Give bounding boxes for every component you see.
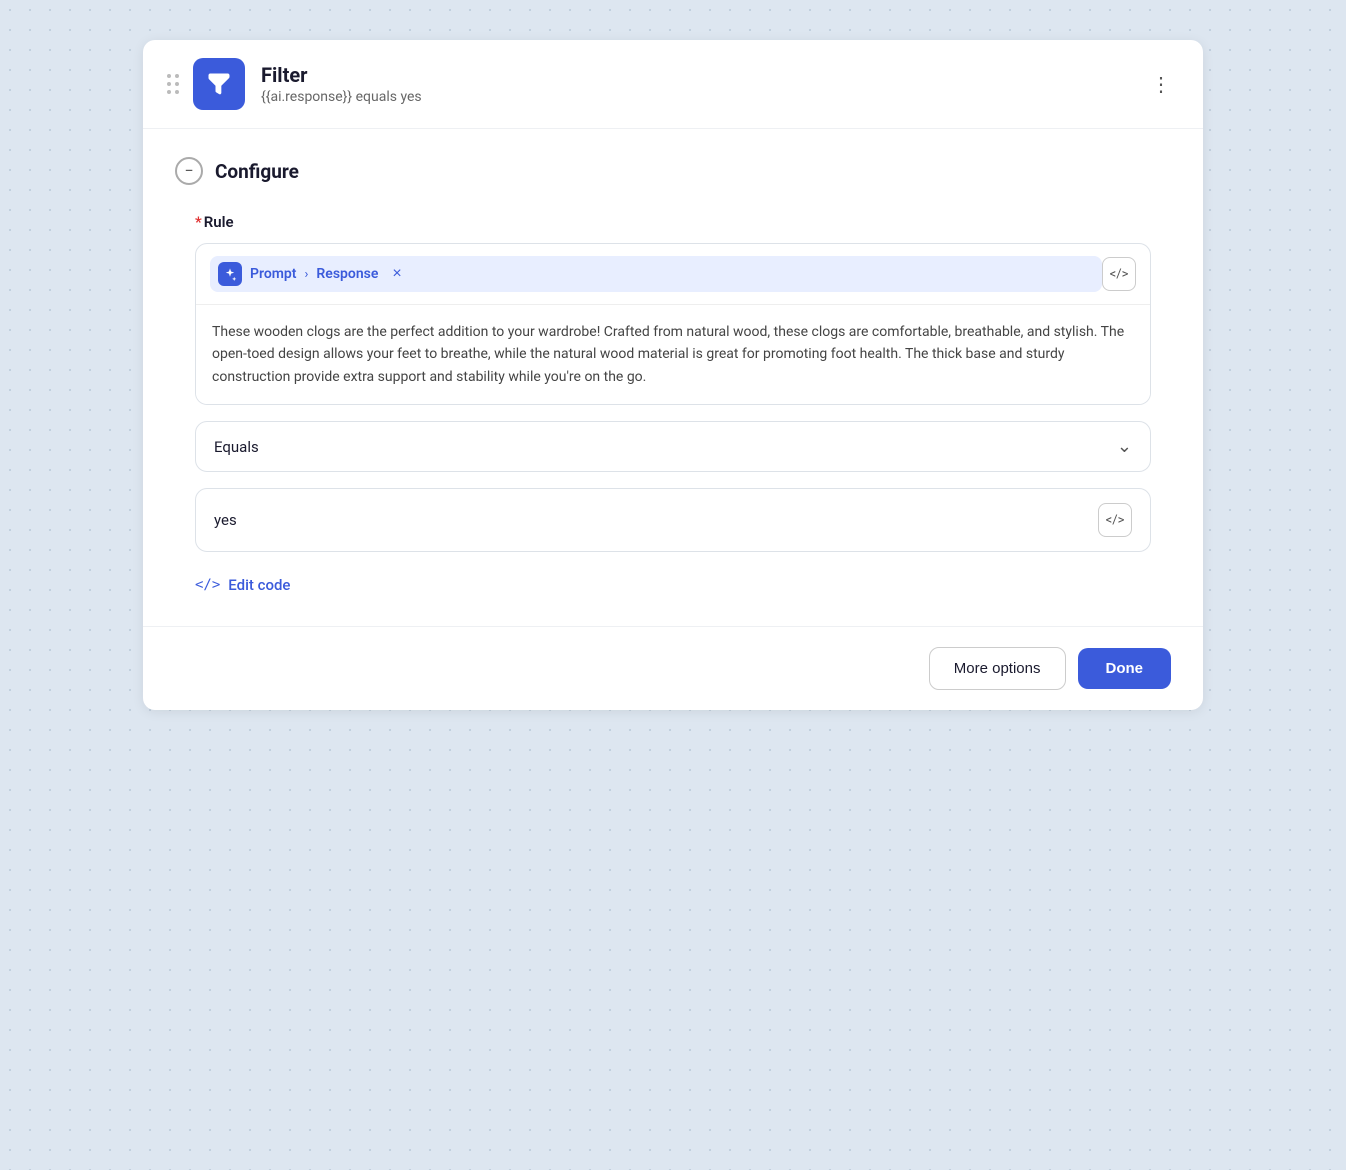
- rule-label-text: Rule: [204, 213, 234, 231]
- rule-label: *Rule: [195, 213, 1171, 231]
- configure-title: Configure: [215, 160, 299, 183]
- filter-icon-wrapper: [193, 58, 245, 110]
- header: Filter {{ai.response}} equals yes ⋮: [143, 40, 1203, 129]
- stars-icon: [223, 267, 237, 281]
- response-label: Response: [316, 266, 378, 282]
- more-options-header-icon: ⋮: [1151, 72, 1171, 97]
- prompt-icon: [218, 262, 242, 286]
- done-button[interactable]: Done: [1078, 648, 1172, 689]
- chevron-down-icon: ⌄: [1117, 436, 1132, 457]
- footer: More options Done: [143, 627, 1203, 710]
- prompt-response-pill[interactable]: Prompt › Response ×: [210, 256, 1102, 292]
- configure-header: − Configure: [175, 157, 1171, 185]
- filter-icon: [205, 70, 233, 98]
- yes-code-icon: </>: [1106, 513, 1125, 528]
- main-container: Filter {{ai.response}} equals yes ⋮ − Co…: [143, 40, 1203, 710]
- configure-section: − Configure *Rule Prompt › Response: [143, 129, 1203, 627]
- yes-input-row[interactable]: yes </>: [195, 488, 1151, 552]
- pill-arrow-icon: ›: [305, 267, 309, 282]
- rule-box: Prompt › Response × </> These wooden clo…: [195, 243, 1151, 405]
- yes-value-text: yes: [214, 511, 237, 529]
- header-subtitle: {{ai.response}} equals yes: [261, 89, 1143, 105]
- collapse-button[interactable]: −: [175, 157, 203, 185]
- rule-box-content: These wooden clogs are the perfect addit…: [196, 305, 1150, 404]
- header-title: Filter: [261, 63, 1143, 87]
- rule-code-button[interactable]: </>: [1102, 257, 1136, 291]
- pill-close-button[interactable]: ×: [390, 266, 403, 282]
- drag-handle[interactable]: [167, 74, 179, 94]
- header-more-options-button[interactable]: ⋮: [1143, 64, 1179, 105]
- rule-content-text: These wooden clogs are the perfect addit…: [212, 324, 1124, 385]
- more-options-button[interactable]: More options: [929, 647, 1066, 690]
- equals-dropdown[interactable]: Equals ⌄: [195, 421, 1151, 472]
- header-text: Filter {{ai.response}} equals yes: [261, 63, 1143, 105]
- code-icon: </>: [1110, 267, 1129, 282]
- done-label: Done: [1106, 660, 1144, 677]
- more-options-label: More options: [954, 660, 1041, 677]
- equals-label: Equals: [214, 438, 259, 456]
- edit-code-prefix-icon: </>: [195, 577, 220, 593]
- edit-code-link[interactable]: </> Edit code: [195, 576, 1171, 594]
- yes-code-button[interactable]: </>: [1098, 503, 1132, 537]
- required-marker: *: [195, 213, 202, 231]
- prompt-label: Prompt: [250, 266, 297, 282]
- edit-code-label: Edit code: [228, 576, 290, 594]
- rule-box-header: Prompt › Response × </>: [196, 244, 1150, 305]
